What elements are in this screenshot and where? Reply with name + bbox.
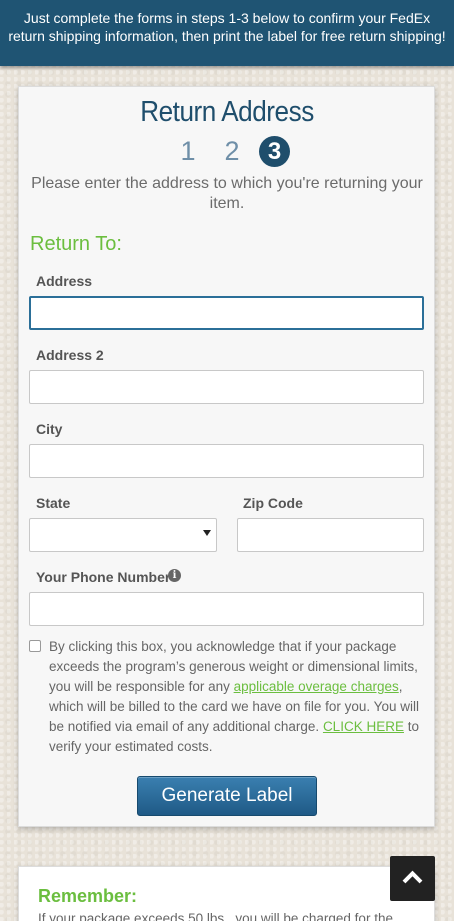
step-2[interactable]: 2 bbox=[217, 136, 247, 166]
address-label: Address bbox=[36, 273, 93, 289]
step-indicator: 1 2 3 bbox=[0, 136, 454, 168]
address2-input[interactable] bbox=[29, 370, 424, 404]
phone-label: Your Phone Number bbox=[36, 569, 171, 585]
click-here-link[interactable]: CLICK HERE bbox=[323, 719, 404, 734]
phone-input[interactable] bbox=[29, 592, 424, 626]
city-label: City bbox=[36, 421, 63, 437]
scroll-to-top-button[interactable] bbox=[390, 856, 435, 901]
overage-charges-link[interactable]: applicable overage charges bbox=[234, 679, 399, 694]
remember-text: If your package exceeds 50 lbs., you wil… bbox=[38, 911, 393, 921]
instructions-banner: Just complete the forms in steps 1-3 bel… bbox=[0, 0, 454, 66]
acknowledgement-text: By clicking this box, you acknowledge th… bbox=[49, 637, 421, 757]
zip-label: Zip Code bbox=[243, 495, 303, 511]
chevron-up-icon bbox=[402, 870, 423, 884]
generate-label-button[interactable]: Generate Label bbox=[137, 776, 317, 816]
step-1[interactable]: 1 bbox=[173, 136, 203, 166]
banner-text: Just complete the forms in steps 1-3 bel… bbox=[8, 10, 446, 44]
page-title: Return Address bbox=[140, 96, 314, 128]
section-heading: Return To: bbox=[30, 233, 122, 255]
zip-input[interactable] bbox=[237, 518, 424, 552]
state-label: State bbox=[36, 495, 71, 511]
acknowledge-checkbox[interactable] bbox=[29, 640, 41, 652]
state-select[interactable] bbox=[29, 518, 217, 552]
page-subtitle: Please enter the address to which you're… bbox=[31, 175, 423, 212]
step-3-current: 3 bbox=[259, 136, 290, 167]
info-circle-icon[interactable]: i bbox=[168, 569, 181, 582]
city-input[interactable] bbox=[29, 444, 424, 478]
address2-label: Address 2 bbox=[36, 347, 104, 363]
address-input[interactable] bbox=[29, 296, 424, 330]
caret-down-icon bbox=[203, 530, 211, 536]
remember-heading: Remember: bbox=[38, 886, 138, 906]
